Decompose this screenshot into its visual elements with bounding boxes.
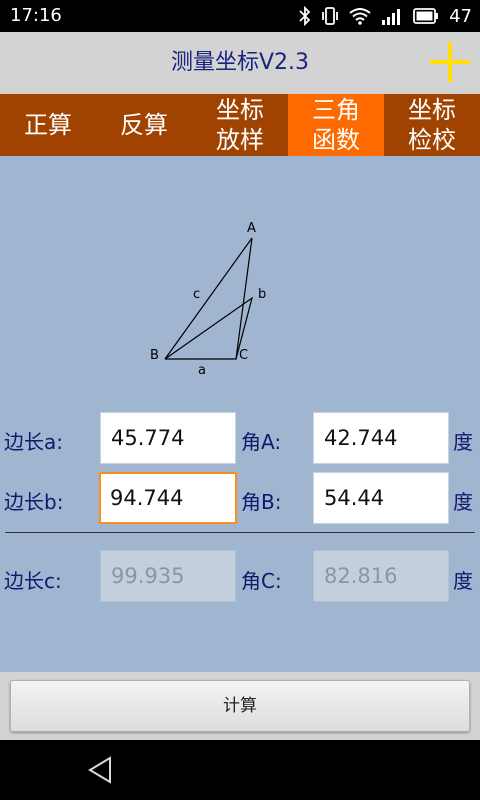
tab-label-line1: 坐标 [408, 96, 456, 124]
side-b-field-label: 边长b: [4, 490, 64, 514]
tab-label-line1: 三角 [312, 96, 360, 124]
angle-c-field-label: 角C: [241, 569, 282, 593]
tab-bar: 正算 反算 坐标 放样 三角 函数 坐标 检校 [0, 94, 480, 156]
battery-level: 47 [449, 5, 472, 27]
status-time: 17:16 [10, 5, 62, 26]
angle-a-input[interactable]: 42.744 [313, 412, 449, 464]
tab-label-line2: 放样 [216, 126, 264, 154]
angle-c-input[interactable]: 82.816 [313, 550, 449, 602]
angle-a-field-label: 角A: [241, 430, 282, 454]
back-icon[interactable] [86, 755, 116, 785]
angle-c-unit: 度 [453, 569, 473, 593]
vertex-b-label: B [150, 348, 159, 363]
vibrate-icon [322, 7, 338, 25]
system-nav-bar [0, 740, 480, 800]
side-a-label: a [198, 363, 206, 376]
vertex-a-label: A [247, 221, 256, 236]
side-a-field-label: 边长a: [4, 430, 63, 454]
bluetooth-icon [299, 6, 311, 26]
tab-coordinate-check[interactable]: 坐标 检校 [384, 94, 480, 156]
side-c-label: c [193, 287, 200, 302]
tab-label: 正算 [24, 111, 72, 139]
angle-b-unit: 度 [453, 490, 473, 514]
triangle-diagram: A B C a b c [150, 221, 266, 376]
tab-label-line2: 检校 [408, 126, 456, 154]
signal-icon [382, 9, 401, 25]
angle-b-input[interactable]: 54.44 [313, 472, 449, 524]
tab-label-line2: 函数 [312, 126, 360, 154]
plus-icon[interactable] [428, 40, 472, 84]
app-title: 测量坐标V2.3 [170, 50, 310, 75]
tab-trig-functions[interactable]: 三角 函数 [288, 94, 384, 156]
tab-coordinate-stakeout[interactable]: 坐标 放样 [192, 94, 288, 156]
status-icons: 47 [299, 5, 472, 27]
tab-forward-calc[interactable]: 正算 [0, 94, 96, 156]
vertex-c-label: C [239, 348, 248, 363]
angle-a-unit: 度 [453, 430, 473, 454]
side-a-input[interactable]: 45.774 [100, 412, 236, 464]
battery-icon [413, 8, 439, 24]
tab-inverse-calc[interactable]: 反算 [96, 94, 192, 156]
status-bar: 17:16 47 [0, 0, 480, 32]
action-bar: 计算 [0, 672, 480, 740]
calculate-button[interactable]: 计算 [10, 680, 470, 732]
side-c-field-label: 边长c: [4, 569, 62, 593]
app-header: 测量坐标V2.3 [0, 32, 480, 94]
side-b-label: b [258, 287, 266, 302]
wifi-icon [349, 8, 371, 25]
tab-label: 反算 [120, 111, 168, 139]
angle-b-field-label: 角B: [241, 490, 282, 514]
form-divider [5, 532, 475, 533]
main-content: A B C a b c 边长a: 45.774 角A: 42.744 度 边长b… [0, 156, 480, 672]
side-c-input[interactable]: 99.935 [100, 550, 236, 602]
side-b-input[interactable]: 94.744 [99, 472, 237, 524]
tab-label-line1: 坐标 [216, 96, 264, 124]
